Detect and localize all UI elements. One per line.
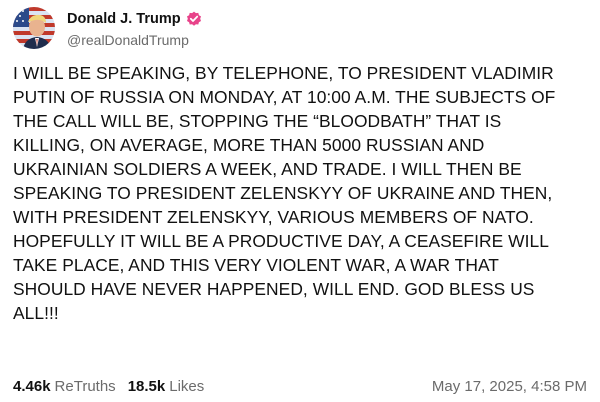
post-text-line: ALL!!! xyxy=(13,303,59,323)
likes-label: Likes xyxy=(169,377,205,395)
post-text-line: SHOULD HAVE NEVER HAPPENED, WILL END. GO… xyxy=(13,279,535,299)
post-footer: 4.46k ReTruths 18.5k Likes May 17, 2025, 4… xyxy=(13,375,587,397)
author-display-name[interactable]: Donald J. Trump xyxy=(67,11,181,27)
avatar-flag-portrait-icon xyxy=(13,7,55,49)
likes-count: 18.5k xyxy=(127,377,166,395)
verified-check-icon xyxy=(186,11,202,27)
likes-stat[interactable]: 18.5k Likes xyxy=(128,378,205,395)
post-text-line: HOPEFULLY IT WILL BE A PRODUCTIVE DAY, A… xyxy=(13,231,549,251)
retruths-label: ReTruths xyxy=(54,377,116,395)
post-text-line: I WILL BE SPEAKING, BY TELEPHONE, TO PRE… xyxy=(13,63,554,83)
post-text-line: KILLING, ON AVERAGE, MORE THAN 5000 RUSS… xyxy=(13,135,485,155)
author-names: Donald J. Trump @realDonaldTrump xyxy=(67,9,202,48)
post-card: Donald J. Trump @realDonaldTrump I WILL … xyxy=(0,0,600,402)
avatar[interactable] xyxy=(13,7,55,49)
post-text-line: WITH PRESIDENT ZELENSKYY, VARIOUS MEMBER… xyxy=(13,207,534,227)
post-text-line: TAKE PLACE, AND THIS VERY VIOLENT WAR, A… xyxy=(13,255,499,275)
post-timestamp[interactable]: May 17, 2025, 4:58 PM xyxy=(432,378,587,395)
post-text-line: SPEAKING TO PRESIDENT ZELENSKYY OF UKRAI… xyxy=(13,183,553,203)
post-header: Donald J. Trump @realDonaldTrump xyxy=(13,6,202,50)
post-text-line: THE CALL WILL BE, STOPPING THE “BLOODBAT… xyxy=(13,111,502,131)
post-text: I WILL BE SPEAKING, BY TELEPHONE, TO PRE… xyxy=(13,61,593,325)
name-row: Donald J. Trump xyxy=(67,9,202,29)
retruths-stat[interactable]: 4.46k ReTruths xyxy=(13,378,116,395)
retruths-count: 4.46k xyxy=(13,377,51,395)
author-handle[interactable]: @realDonaldTrump xyxy=(67,32,202,48)
post-text-line: PUTIN OF RUSSIA ON MONDAY, AT 10:00 A.M.… xyxy=(13,87,556,107)
post-text-line: UKRAINIAN SOLDIERS A WEEK, AND TRADE. I … xyxy=(13,159,522,179)
